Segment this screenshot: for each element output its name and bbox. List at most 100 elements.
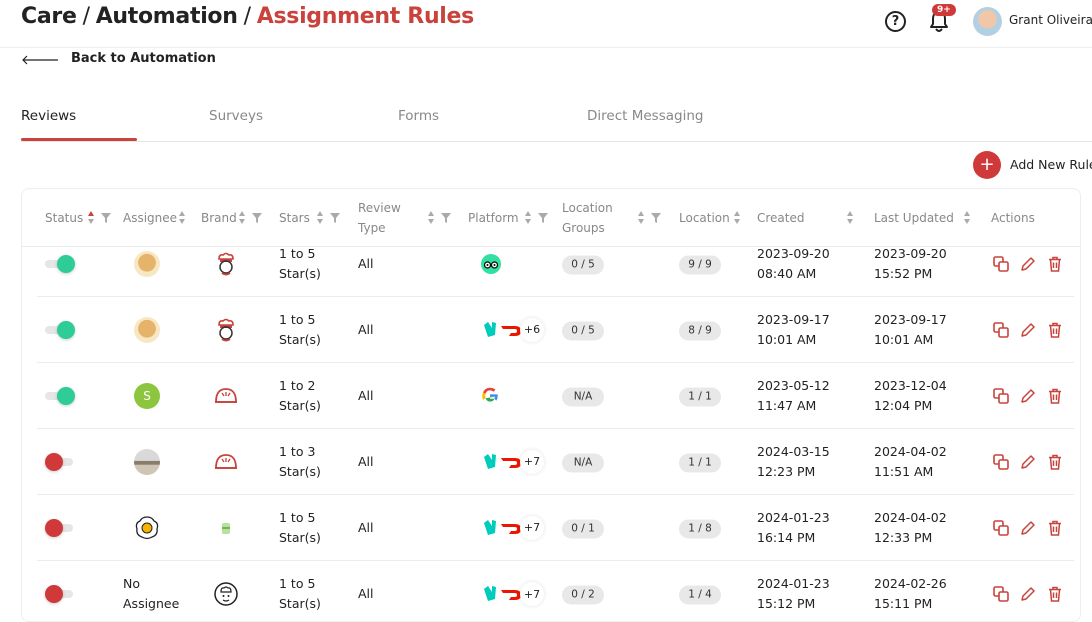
- funnel-icon[interactable]: [441, 212, 451, 223]
- doordash-icon: [501, 325, 521, 336]
- pencil-icon[interactable]: [1019, 255, 1037, 273]
- more-platforms-badge[interactable]: +7: [520, 449, 544, 474]
- pencil-icon[interactable]: [1019, 387, 1037, 405]
- table-row[interactable]: 1 to 5 Star(s) All +6 0 / 5 8 / 9 2023-09…: [37, 297, 1074, 363]
- table-row[interactable]: No Assignee 1 to 5 Star(s) All +7 0 / 2 1 …: [37, 561, 1074, 621]
- location-groups-pill: 0 / 5: [562, 321, 604, 340]
- page-title: Assignment Rules: [256, 4, 475, 29]
- review-type: All: [358, 586, 374, 601]
- sort-arrows-icon[interactable]: [964, 211, 971, 224]
- table-row[interactable]: 1 to 5 Star(s) All 0 / 5 9 / 9 2023-09-20…: [37, 231, 1074, 297]
- stars-range: 1 to 5 Star(s): [279, 311, 321, 347]
- sort-arrows-icon[interactable]: [88, 211, 95, 224]
- help-icon[interactable]: ?: [885, 11, 906, 32]
- status-toggle[interactable]: [45, 518, 75, 537]
- stars-range: 1 to 3 Star(s): [279, 443, 321, 479]
- pencil-icon[interactable]: [1019, 519, 1037, 537]
- breadcrumb-automation[interactable]: Automation: [96, 4, 238, 29]
- doge-avatar: [134, 316, 160, 343]
- top-header: Care / Automation / Assignment Rules ? 9+ Gr…: [0, 0, 1092, 48]
- tab-surveys[interactable]: Surveys: [209, 108, 263, 124]
- jar-logo-icon: [222, 522, 230, 534]
- sort-arrows-icon[interactable]: [179, 211, 186, 224]
- user-name[interactable]: Grant Oliveira: [1009, 13, 1092, 27]
- tab-reviews[interactable]: Reviews: [21, 108, 76, 124]
- sort-arrows-icon[interactable]: [638, 211, 645, 224]
- trash-icon[interactable]: [1046, 519, 1064, 537]
- platform-list: +7: [480, 449, 544, 474]
- funnel-icon[interactable]: [101, 212, 111, 223]
- notification-badge: 9+: [932, 4, 956, 16]
- table-row[interactable]: 1 to 3 Star(s) All +7 N/A 1 / 1 2024-03-1…: [37, 429, 1074, 495]
- trash-icon[interactable]: [1046, 255, 1064, 273]
- sort-arrows-icon[interactable]: [239, 211, 246, 224]
- trash-icon[interactable]: [1046, 453, 1064, 471]
- breadcrumb: Care / Automation / Assignment Rules: [21, 4, 474, 29]
- copy-icon[interactable]: [992, 453, 1010, 471]
- chef-logo-icon: [218, 318, 234, 341]
- stars-range: 1 to 5 Star(s): [279, 576, 321, 611]
- funnel-icon[interactable]: [330, 212, 340, 223]
- row-actions: [992, 519, 1064, 537]
- copy-icon[interactable]: [992, 519, 1010, 537]
- updated-datetime: 2023-09-20 15:52 PM: [874, 245, 947, 281]
- user-avatar[interactable]: [973, 7, 1002, 36]
- pencil-icon[interactable]: [1019, 453, 1037, 471]
- status-toggle[interactable]: [45, 585, 75, 603]
- chef-outline-logo-icon: [214, 582, 238, 606]
- tab-bar: Reviews Surveys Forms Direct Messaging: [21, 108, 1092, 142]
- more-platforms-badge[interactable]: +7: [520, 582, 544, 606]
- table-row[interactable]: 1 to 5 Star(s) All +7 0 / 1 1 / 8 2024-01…: [37, 495, 1074, 561]
- created-datetime: 2023-09-17 10:01 AM: [757, 311, 830, 347]
- sort-arrows-icon[interactable]: [317, 211, 324, 224]
- funnel-icon[interactable]: [651, 212, 661, 223]
- location-pill: 1 / 4: [679, 585, 721, 605]
- platform-list: +7: [480, 582, 544, 606]
- location-pill: 9 / 9: [679, 255, 721, 274]
- breadcrumb-care[interactable]: Care: [21, 4, 77, 29]
- copy-icon[interactable]: [992, 321, 1010, 339]
- row-actions: [992, 321, 1064, 339]
- doge-avatar: [134, 250, 160, 277]
- copy-icon[interactable]: [992, 255, 1010, 273]
- tab-direct-messaging[interactable]: Direct Messaging: [587, 108, 703, 124]
- trash-icon[interactable]: [1046, 585, 1064, 603]
- more-platforms-badge[interactable]: +7: [520, 515, 544, 540]
- sort-arrows-icon[interactable]: [847, 211, 854, 224]
- rules-table: Status Assignee Brand Stars Review Type P…: [21, 188, 1081, 622]
- funnel-icon[interactable]: [538, 212, 548, 223]
- row-actions: [992, 387, 1064, 405]
- pencil-icon[interactable]: [1019, 585, 1037, 603]
- tripadvisor-icon: [481, 253, 501, 274]
- doordash-icon: [501, 590, 521, 600]
- more-platforms-badge[interactable]: +6: [520, 317, 544, 342]
- sort-arrows-icon[interactable]: [525, 211, 532, 224]
- status-toggle[interactable]: [45, 452, 75, 471]
- breadcrumb-separator: /: [82, 4, 90, 29]
- sort-arrows-icon[interactable]: [428, 211, 435, 224]
- pencil-icon[interactable]: [1019, 321, 1037, 339]
- location-pill: 8 / 9: [679, 321, 721, 340]
- tab-forms[interactable]: Forms: [398, 108, 439, 124]
- arrow-left-icon: [22, 55, 58, 65]
- status-toggle[interactable]: [45, 386, 75, 405]
- status-toggle[interactable]: [45, 320, 75, 339]
- copy-icon[interactable]: [992, 585, 1010, 603]
- add-new-rule-label: Add New Rule: [1010, 157, 1092, 172]
- trash-icon[interactable]: [1046, 321, 1064, 339]
- deliveroo-icon: [484, 453, 496, 469]
- updated-datetime: 2024-04-02 11:51 AM: [874, 443, 947, 479]
- location-groups-pill: N/A: [562, 387, 604, 406]
- trash-icon[interactable]: [1046, 387, 1064, 405]
- chef-logo-icon: [218, 252, 234, 275]
- created-datetime: 2024-03-15 12:23 PM: [757, 443, 830, 479]
- table-row[interactable]: S 1 to 2 Star(s) All N/A 1 / 1 2023-05-12…: [37, 363, 1074, 429]
- created-datetime: 2023-09-20 08:40 AM: [757, 245, 830, 281]
- copy-icon[interactable]: [992, 387, 1010, 405]
- location-groups-pill: 0 / 1: [562, 519, 604, 538]
- egg-avatar: [135, 515, 159, 539]
- status-toggle[interactable]: [45, 254, 75, 273]
- sort-arrows-icon[interactable]: [734, 211, 741, 224]
- row-actions: [992, 585, 1064, 603]
- funnel-icon[interactable]: [252, 212, 262, 223]
